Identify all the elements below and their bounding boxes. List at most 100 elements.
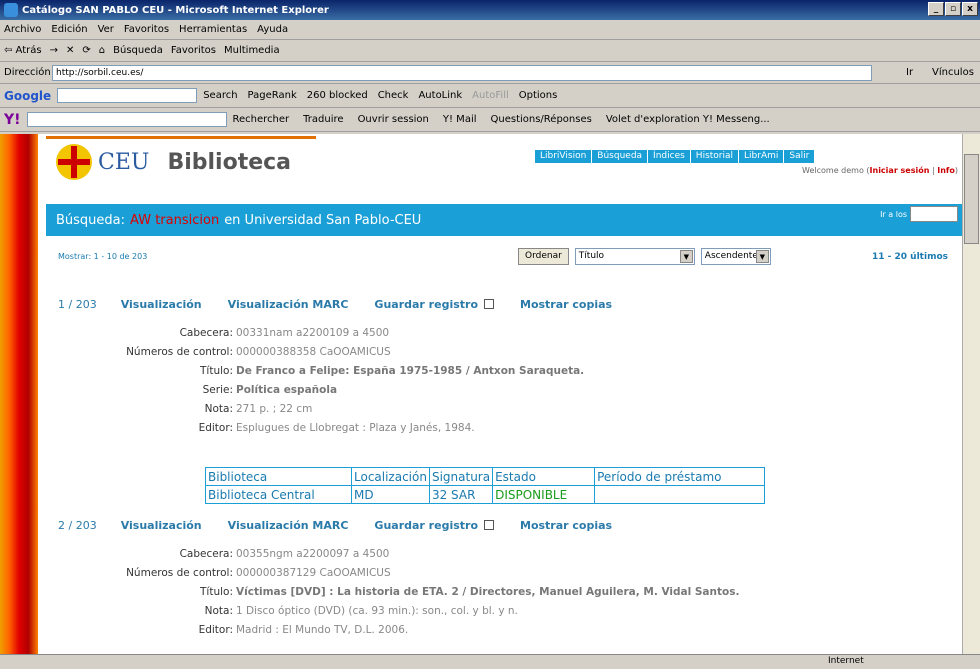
top-nav: LibriVision Búsqueda Índices Historial L… (534, 150, 815, 163)
save-record-checkbox[interactable] (484, 520, 494, 530)
nav-busqueda[interactable]: Búsqueda (591, 150, 647, 163)
address-input[interactable]: http://sorbil.ceu.es/ (52, 65, 872, 81)
view-marc-link[interactable]: Visualización MARC (228, 519, 349, 532)
autofill-button[interactable]: AutoFill (472, 90, 509, 101)
nav-salir[interactable]: Salir (783, 150, 814, 163)
status-cell: DISPONIBLE (492, 485, 596, 504)
links-button[interactable]: Vínculos (932, 67, 974, 78)
view-link[interactable]: Visualización (121, 519, 202, 532)
spell-check-button[interactable]: Check (378, 90, 409, 101)
field-row: Nota: 1 Disco óptico (DVD) (ca. 93 min.):… (58, 602, 739, 621)
field-label: Editor: (198, 422, 233, 434)
table-cell: Biblioteca Central (205, 485, 352, 504)
traduire-button[interactable]: Traduire (303, 114, 343, 125)
back-button[interactable]: ⇦ Atrás (4, 45, 42, 56)
field-row: Nota: 271 p. ; 22 cm (58, 400, 584, 419)
login-link[interactable]: Iniciar sesión (870, 166, 930, 175)
goto-input[interactable] (910, 206, 958, 222)
header-accent-line (46, 136, 316, 139)
menu-archivo[interactable]: Archivo (4, 24, 41, 35)
nav-historial[interactable]: Historial (689, 150, 738, 163)
show-copies-link[interactable]: Mostrar copias (520, 298, 612, 311)
go-button[interactable]: Ir (906, 67, 913, 78)
media-button[interactable]: Multimedia (224, 45, 280, 56)
field-row: Cabecera: 00355ngm a2200097 a 4500 (58, 545, 739, 564)
ceu-logo[interactable]: CEU Biblioteca (56, 144, 291, 180)
sort-field-value: Título (578, 251, 605, 261)
autolink-button[interactable]: AutoLink (418, 90, 462, 101)
field-value: Esplugues de Llobregat : Plaza y Janés, … (236, 422, 475, 434)
field-row: Editor: Esplugues de Llobregat : Plaza y … (58, 419, 584, 438)
sort-button[interactable]: Ordenar (518, 248, 569, 265)
field-label: Números de control: (126, 567, 233, 579)
field-value: 1 Disco óptico (DVD) (ca. 93 min.): son.… (236, 605, 518, 617)
field-value: Víctimas [DVD] : La historia de ETA. 2 /… (236, 586, 740, 598)
scrollbar-thumb[interactable] (964, 154, 979, 244)
pagerank-button[interactable]: PageRank (248, 90, 297, 101)
forward-button[interactable]: → (50, 45, 58, 56)
field-row: Editor: Madrid : El Mundo TV, D.L. 2006. (58, 621, 739, 640)
stop-button[interactable]: ✕ (66, 45, 74, 56)
record-fields: Cabecera: 00355ngm a2200097 a 4500 Número… (58, 545, 739, 640)
ceu-text: CEU (98, 149, 150, 175)
nav-indices[interactable]: Índices (647, 150, 690, 163)
questions-button[interactable]: Questions/Réponses (491, 114, 592, 125)
goto-record: Ir a los (880, 206, 958, 222)
site-header: CEU Biblioteca LibriVision Búsqueda Índi… (46, 134, 962, 194)
menu-herramientas[interactable]: Herramientas (179, 24, 247, 35)
column-header: Período de préstamo (594, 467, 766, 486)
refresh-button[interactable]: ⟳ (82, 45, 90, 56)
yahoo-logo-icon[interactable]: Y! (4, 112, 21, 128)
yahoo-search-input[interactable] (26, 112, 227, 127)
save-record-link[interactable]: Guardar registro (374, 298, 478, 311)
info-link[interactable]: Info (937, 166, 955, 175)
field-label: Nota: (204, 605, 233, 617)
field-row: Cabecera: 00331nam a2200109 a 4500 (58, 324, 584, 343)
show-copies-link[interactable]: Mostrar copias (520, 519, 612, 532)
rechercher-button[interactable]: Rechercher (233, 114, 290, 125)
table-cell (594, 485, 766, 504)
welcome-suffix: ) (954, 166, 958, 175)
messenger-button[interactable]: Volet d'exploration Y! Messeng... (606, 114, 770, 125)
maximize-button[interactable]: ▫ (945, 2, 961, 16)
ymail-button[interactable]: Y! Mail (443, 114, 477, 125)
sort-field-select[interactable]: Título ▼ (574, 248, 695, 265)
field-row: Números de control: 000000388358 CaOOAMIC… (58, 343, 584, 362)
search-prefix: Búsqueda: (56, 212, 126, 228)
menu-edicion[interactable]: Edición (51, 24, 87, 35)
nav-librami[interactable]: LibrAmi (738, 150, 783, 163)
ceu-cross-icon (56, 144, 92, 180)
nav-librivision[interactable]: LibriVision (534, 150, 591, 163)
popup-blocked-button[interactable]: 260 blocked (307, 90, 368, 101)
view-link[interactable]: Visualización (121, 298, 202, 311)
vertical-scrollbar[interactable] (962, 134, 980, 654)
menu-ayuda[interactable]: Ayuda (257, 24, 288, 35)
close-button[interactable]: x (962, 2, 978, 16)
minimize-button[interactable]: _ (928, 2, 944, 16)
sort-direction-select[interactable]: Ascendente ▼ (700, 248, 771, 265)
table-row: Biblioteca Central MD 32 SAR DISPONIBLE (205, 485, 766, 504)
home-button[interactable]: ⌂ (99, 45, 105, 56)
menu-ver[interactable]: Ver (98, 24, 114, 35)
google-logo[interactable]: Google (4, 89, 51, 103)
save-record-link[interactable]: Guardar registro (374, 519, 478, 532)
search-button[interactable]: Búsqueda (113, 45, 163, 56)
sort-controls: Ordenar Título ▼ Ascendente ▼ (518, 248, 771, 265)
field-row: Números de control: 000000387129 CaOOAMIC… (58, 564, 739, 583)
goto-label: Ir a los (880, 209, 907, 219)
next-pages-link[interactable]: 11 - 20 últimos (872, 252, 948, 262)
favorites-button[interactable]: Favoritos (171, 45, 216, 56)
biblioteca-title: Biblioteca (167, 149, 292, 175)
google-options-button[interactable]: Options (519, 90, 558, 101)
menu-bar: Archivo Edición Ver Favoritos Herramient… (0, 20, 980, 40)
field-label: Título: (200, 586, 233, 598)
menu-favoritos[interactable]: Favoritos (124, 24, 169, 35)
google-search-button[interactable]: Search (203, 90, 237, 101)
record-actions: 1 / 203 Visualización Visualización MARC… (58, 296, 638, 312)
google-search-input[interactable] (57, 88, 198, 103)
column-header: Signatura (428, 467, 494, 486)
view-marc-link[interactable]: Visualización MARC (228, 298, 349, 311)
field-label: Nota: (204, 403, 233, 415)
save-record-checkbox[interactable] (484, 299, 494, 309)
ouvrir-session-button[interactable]: Ouvrir session (358, 114, 429, 125)
